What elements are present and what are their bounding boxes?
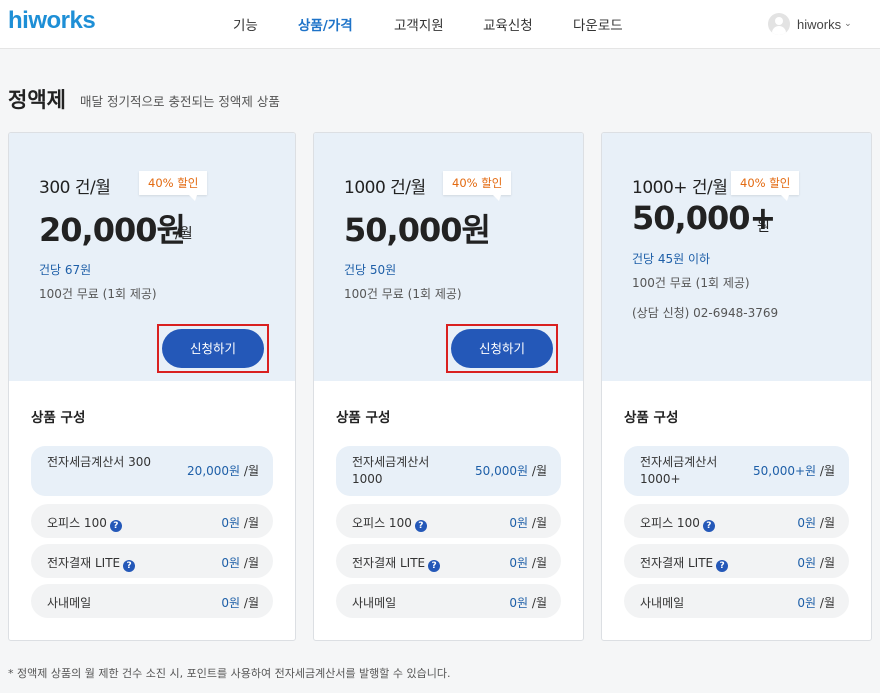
composition-title: 상품 구성 [336, 410, 391, 426]
apply-button[interactable]: 신청하기 [162, 329, 264, 368]
item-unit: /월 [531, 596, 547, 610]
composition-row: 사내메일 0원 /월 [624, 584, 849, 618]
composition-row: 전자세금계산서 1000+ 50,000+원 /월 [624, 446, 849, 496]
item-label: 전자결재 LITE [352, 556, 426, 570]
free-offer: 100건 무료 (1회 제공) [39, 287, 157, 301]
composition-row: 전자세금계산서 1000 50,000원 /월 [336, 446, 561, 496]
apply-highlight: 신청하기 [157, 324, 269, 373]
composition-row: 오피스 100? 0원 /월 [31, 504, 273, 538]
item-value: 0원 [797, 556, 817, 570]
section-title: 정액제 [8, 88, 66, 112]
question-circle-icon[interactable]: ? [123, 560, 136, 572]
item-unit: /월 [531, 556, 547, 570]
item-label: 전자세금계산서 300 [47, 455, 151, 469]
item-value: 0원 [509, 556, 529, 570]
item-label: 사내메일 [352, 596, 397, 610]
nav-products-pricing[interactable]: 상품/가격 [298, 14, 353, 34]
composition-row: 전자결재 LITE? 0원 /월 [31, 544, 273, 578]
nav-download[interactable]: 다운로드 [573, 14, 623, 34]
item-label: 전자결재 LITE [47, 556, 121, 570]
item-unit: /월 [243, 556, 259, 570]
footnote: * 정액제 상품의 월 제한 건수 소진 시, 포인트를 사용하여 전자세금계산… [8, 667, 451, 680]
price-per-count: 건당 67원 [39, 263, 92, 277]
item-value: 0원 [221, 596, 241, 610]
nav-support[interactable]: 고객지원 [394, 14, 444, 34]
composition-row: 오피스 100? 0원 /월 [336, 504, 561, 538]
item-value: 0원 [509, 596, 529, 610]
question-circle-icon[interactable]: ? [109, 520, 122, 532]
price-per-month: /월 [175, 226, 193, 242]
user-name: hiworks [797, 16, 842, 32]
question-circle-icon[interactable]: ? [414, 520, 427, 532]
apply-highlight: 신청하기 [446, 324, 558, 373]
item-value: 0원 [509, 516, 529, 530]
plan-price: 50,000+ [632, 199, 776, 237]
question-circle-icon[interactable]: ? [716, 560, 729, 572]
plan-card-1000: 1000 건/월 40% 할인 50,000원 건당 50원 100건 무료 (… [313, 132, 584, 641]
discount-badge: 40% 할인 [731, 171, 800, 201]
nav-education[interactable]: 교육신청 [483, 14, 533, 34]
nav-features[interactable]: 기능 [233, 14, 258, 34]
question-circle-icon[interactable]: ? [428, 560, 441, 572]
composition-row: 전자세금계산서 300 20,000원 /월 [31, 446, 273, 496]
hiworks-logo[interactable]: hiworks [8, 7, 96, 35]
item-value: 0원 [221, 516, 241, 530]
item-value: 0원 [797, 516, 817, 530]
item-label: 전자세금계산서 1000+ [640, 455, 718, 486]
item-label: 사내메일 [47, 596, 92, 610]
user-menu[interactable]: hiworks ⌄ [768, 12, 852, 36]
plan-card-1000-plus: 1000+ 건/월 40% 할인 50,000+ 원 건당 45원 이하 100… [601, 132, 872, 641]
section-subtitle: 매달 정기적으로 충전되는 정액제 상품 [80, 94, 280, 109]
consult-contact[interactable]: (상담 신청) 02-6948-3769 [632, 304, 778, 321]
user-avatar-icon [768, 13, 790, 35]
item-value: 20,000원 [187, 464, 241, 478]
price-per-count: 건당 45원 이하 [632, 252, 711, 266]
composition-row: 전자결재 LITE? 0원 /월 [336, 544, 561, 578]
item-label: 오피스 100 [352, 516, 412, 530]
item-value: 50,000원 [475, 464, 529, 478]
free-offer: 100건 무료 (1회 제공) [344, 287, 462, 301]
item-unit: /월 [243, 464, 259, 478]
item-unit: /월 [819, 464, 835, 478]
item-value: 50,000+원 [752, 464, 817, 478]
plan-unit: 300 건/월 [39, 178, 111, 198]
composition-title: 상품 구성 [624, 410, 679, 426]
plan-price: 50,000원 [344, 211, 491, 249]
item-value: 0원 [797, 596, 817, 610]
item-unit: /월 [819, 556, 835, 570]
composition-row: 오피스 100? 0원 /월 [624, 504, 849, 538]
item-label: 오피스 100 [47, 516, 107, 530]
item-label: 전자결재 LITE [640, 556, 714, 570]
composition-row: 전자결재 LITE? 0원 /월 [624, 544, 849, 578]
plan-price: 20,000원 [39, 211, 186, 249]
discount-badge: 40% 할인 [443, 171, 512, 201]
price-suffix: 원 [757, 219, 770, 235]
apply-button[interactable]: 신청하기 [451, 329, 553, 368]
composition-title: 상품 구성 [31, 410, 86, 426]
top-header: hiworks 기능 상품/가격 고객지원 교육신청 다운로드 hiworks … [0, 0, 880, 49]
item-unit: /월 [531, 464, 547, 478]
plan-unit: 1000+ 건/월 [632, 178, 728, 198]
question-circle-icon[interactable]: ? [702, 520, 715, 532]
item-label: 전자세금계산서 1000 [352, 455, 430, 486]
chevron-down-icon: ⌄ [844, 19, 852, 29]
free-offer: 100건 무료 (1회 제공) [632, 276, 750, 290]
discount-badge: 40% 할인 [139, 171, 208, 201]
composition-row: 사내메일 0원 /월 [336, 584, 561, 618]
item-unit: /월 [243, 516, 259, 530]
composition-row: 사내메일 0원 /월 [31, 584, 273, 618]
item-label: 사내메일 [640, 596, 685, 610]
plan-card-300: 300 건/월 40% 할인 20,000원 /월 건당 67원 100건 무료… [8, 132, 296, 641]
item-label: 오피스 100 [640, 516, 700, 530]
item-unit: /월 [819, 596, 835, 610]
price-per-count: 건당 50원 [344, 263, 397, 277]
item-unit: /월 [531, 516, 547, 530]
item-value: 0원 [221, 556, 241, 570]
item-unit: /월 [243, 596, 259, 610]
item-unit: /월 [819, 516, 835, 530]
plan-unit: 1000 건/월 [344, 178, 426, 198]
